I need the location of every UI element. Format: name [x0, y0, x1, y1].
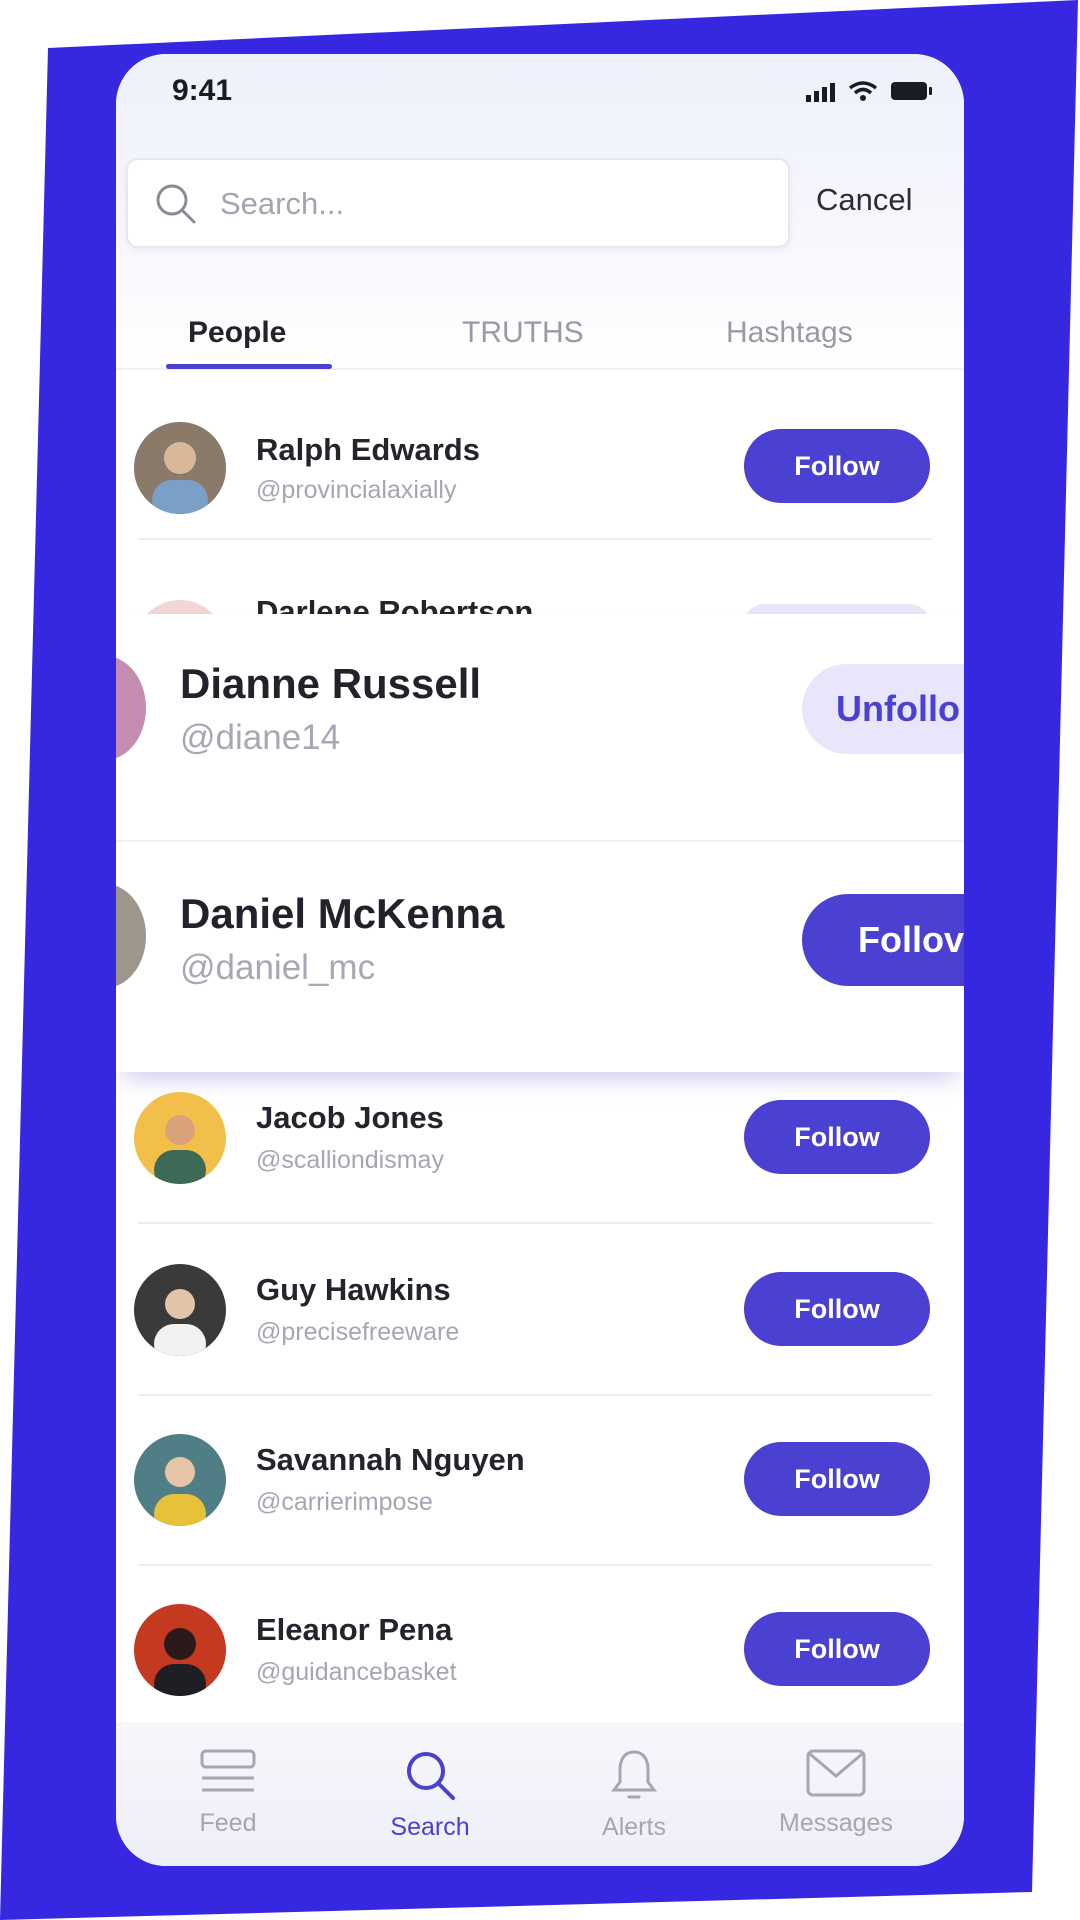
tab-hashtags[interactable]: Hashtags [726, 316, 853, 350]
person-name: Jacob Jones [256, 1100, 444, 1135]
person-name: Dianne Russell [180, 660, 482, 707]
person-handle: @carrierimpose [256, 1488, 433, 1516]
follow-button[interactable]: Follow [744, 1612, 930, 1686]
status-time: 9:41 [172, 74, 233, 107]
nav-label: Feed [199, 1809, 257, 1837]
phone-screen: 9:41 Cancel People TRUTHS Hashtags [116, 54, 964, 1866]
divider [138, 1564, 932, 1566]
list-item[interactable]: Ralph Edwards @provincialaxially Follow [116, 384, 964, 554]
signal-icon [806, 83, 835, 102]
follow-button[interactable]: Follow [744, 1442, 930, 1516]
feed-icon [200, 1749, 256, 1792]
person-name: Eleanor Pena [256, 1612, 453, 1647]
follow-button-partial [744, 604, 930, 614]
avatar [134, 1092, 226, 1184]
person-handle: @precisefreeware [256, 1318, 460, 1346]
nav-messages[interactable]: Messages [756, 1748, 916, 1838]
avatar [134, 422, 226, 514]
nav-search[interactable]: Search [350, 1748, 510, 1842]
person-name: Savannah Nguyen [256, 1442, 525, 1477]
avatar [134, 1434, 226, 1526]
follow-button[interactable]: Follow [744, 429, 930, 503]
person-handle: @diane14 [180, 718, 341, 757]
person-name: Darlene Robertson [256, 594, 534, 614]
featured-card: Dianne Russell @diane14 Unfollo Daniel M… [116, 614, 964, 1072]
follow-button[interactable]: Follov [802, 894, 964, 986]
divider [116, 840, 964, 842]
search-input[interactable] [218, 160, 762, 248]
list-item[interactable]: Guy Hawkins @precisefreeware Follow [116, 1240, 964, 1410]
divider [138, 1222, 932, 1224]
divider [138, 1394, 932, 1396]
follow-button[interactable]: Follow [744, 1272, 930, 1346]
person-name: Daniel McKenna [180, 890, 505, 937]
tab-truths[interactable]: TRUTHS [462, 316, 584, 350]
avatar [134, 1604, 226, 1696]
follow-button[interactable]: Follow [744, 1100, 930, 1174]
list-item-partial: Darlene Robertson [116, 574, 964, 614]
person-handle: @scalliondismay [256, 1146, 444, 1174]
person-name: Ralph Edwards [256, 432, 480, 467]
wifi-icon [848, 81, 878, 101]
avatar [116, 656, 146, 760]
unfollow-button[interactable]: Unfollo [802, 664, 964, 754]
search-tabs: People TRUTHS Hashtags [116, 304, 964, 370]
tab-people[interactable]: People [188, 316, 286, 350]
avatar [134, 1264, 226, 1356]
person-handle: @provincialaxially [256, 476, 457, 504]
nav-label: Messages [779, 1809, 893, 1837]
avatar [116, 884, 146, 988]
status-icons [806, 80, 934, 102]
nav-label: Search [390, 1813, 470, 1841]
search-bar[interactable] [126, 158, 790, 248]
mail-icon [806, 1749, 866, 1797]
bell-icon [611, 1750, 657, 1799]
person-handle: @daniel_mc [180, 948, 376, 987]
active-tab-indicator [166, 364, 332, 369]
list-item[interactable]: Savannah Nguyen @carrierimpose Follow [116, 1412, 964, 1582]
search-icon [407, 1752, 455, 1800]
divider [138, 538, 932, 540]
cancel-button[interactable]: Cancel [816, 182, 913, 218]
battery-icon [891, 82, 932, 100]
nav-label: Alerts [602, 1813, 666, 1841]
list-item[interactable]: Jacob Jones @scalliondismay Follow [116, 1068, 964, 1238]
nav-feed[interactable]: Feed [148, 1748, 308, 1838]
person-name: Guy Hawkins [256, 1272, 451, 1307]
search-icon [156, 184, 196, 224]
bottom-nav: Feed Search Alerts Messages [116, 1722, 964, 1866]
avatar [134, 600, 226, 614]
nav-alerts[interactable]: Alerts [554, 1748, 714, 1842]
person-handle: @guidancebasket [256, 1658, 457, 1686]
